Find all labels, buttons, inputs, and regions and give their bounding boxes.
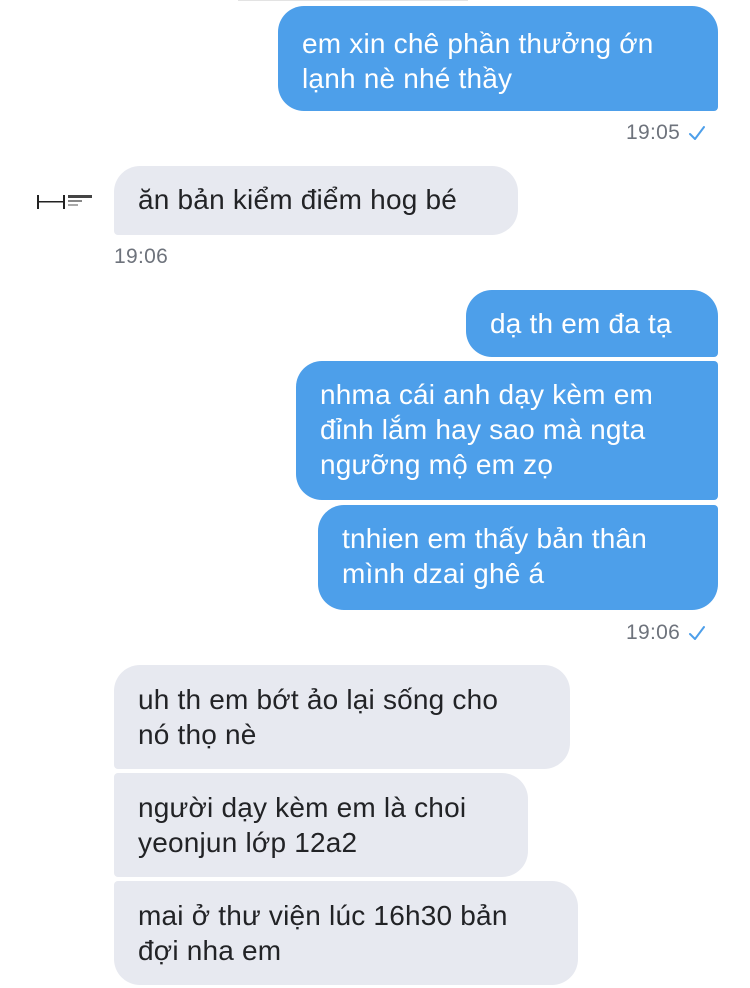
outgoing-message[interactable]: dạ th em đa tạ [466, 290, 718, 357]
timestamp-text: 19:06 [626, 621, 681, 644]
outgoing-message[interactable]: tnhien em thấy bản thân mình dzai ghê á [318, 505, 718, 610]
message-timestamp: 19:06 [114, 245, 168, 269]
incoming-message[interactable]: ăn bản kiểm điểm hog bé [114, 166, 518, 235]
check-icon [688, 623, 706, 647]
outgoing-message[interactable]: em xin chê phần thưởng ớn lạnh nè nhé th… [278, 6, 718, 111]
outgoing-message[interactable]: nhma cái anh dạy kèm em đỉnh lắm hay sao… [296, 361, 718, 500]
check-icon [688, 123, 706, 147]
chat-thread: em xin chê phần thưởng ớn lạnh nè nhé th… [0, 0, 750, 988]
message-timestamp: 19:06 [626, 621, 706, 647]
timestamp-text: 19:05 [626, 121, 681, 144]
timestamp-text: 19:06 [114, 245, 169, 268]
incoming-message[interactable]: uh th em bớt ảo lại sống cho nó thọ nè [114, 665, 570, 769]
incoming-message[interactable]: người dạy kèm em là choi yeonjun lớp 12a… [114, 773, 528, 877]
incoming-message[interactable]: mai ở thư viện lúc 16h30 bản đợi nha em [114, 881, 578, 985]
divider [238, 0, 468, 1]
message-timestamp: 19:05 [626, 121, 706, 147]
hybe-logo-avatar[interactable] [36, 193, 96, 211]
